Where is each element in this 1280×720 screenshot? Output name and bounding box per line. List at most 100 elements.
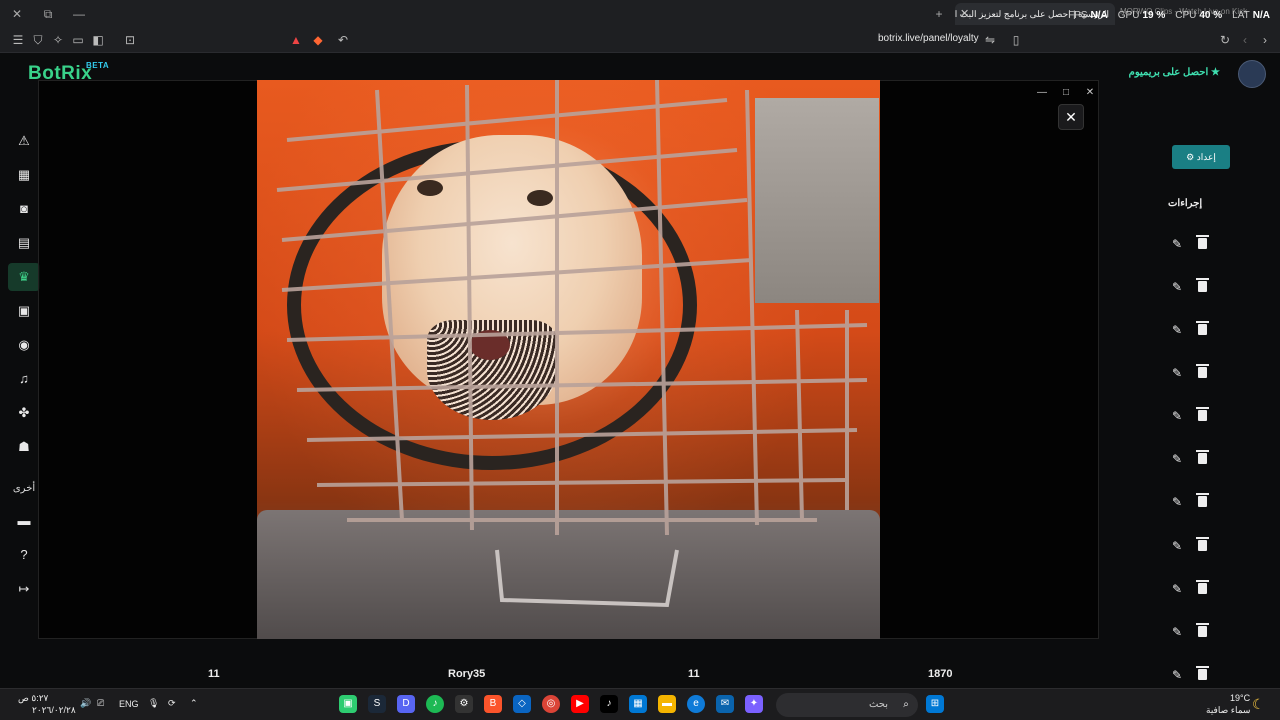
- app-icon[interactable]: ▣: [339, 695, 357, 713]
- spotify-icon[interactable]: ♪: [426, 695, 444, 713]
- delete-icon[interactable]: [1196, 450, 1209, 464]
- stat-cpu: CPU 40 %: [1175, 10, 1223, 21]
- edit-icon[interactable]: ✎: [1172, 280, 1182, 294]
- search-icon[interactable]: ⌕: [897, 696, 915, 714]
- new-tab-icon[interactable]: +: [930, 5, 948, 23]
- delete-icon[interactable]: [1196, 407, 1209, 421]
- tab-close-icon[interactable]: ✕: [960, 3, 969, 25]
- store-app-icon[interactable]: ▦: [629, 695, 647, 713]
- delete-icon[interactable]: [1196, 537, 1209, 551]
- start-button[interactable]: ⊞: [926, 695, 944, 713]
- edit-icon[interactable]: ✎: [1172, 625, 1182, 639]
- edit-icon[interactable]: ✎: [1172, 452, 1182, 466]
- music-icon[interactable]: ♫: [8, 365, 40, 393]
- extensions-icon[interactable]: ✧: [50, 32, 66, 48]
- avatar[interactable]: [1238, 60, 1266, 88]
- edit-icon[interactable]: ✎: [1172, 539, 1182, 553]
- steam-icon[interactable]: S: [368, 695, 386, 713]
- edit-icon[interactable]: ✎: [1172, 237, 1182, 251]
- delete-icon[interactable]: [1196, 364, 1209, 378]
- show-hidden-icons[interactable]: ⌃: [190, 698, 198, 709]
- trophy-icon[interactable]: ♛: [8, 263, 40, 291]
- viewer-minimize-icon[interactable]: —: [1036, 87, 1048, 99]
- row-cell-username: Rory35: [448, 668, 486, 680]
- row-cell-rank: 11: [208, 668, 220, 680]
- back-icon[interactable]: ‹: [1237, 32, 1253, 48]
- bookmark-icon[interactable]: ▯: [1008, 32, 1024, 48]
- delete-icon[interactable]: [1196, 493, 1209, 507]
- menu-icon[interactable]: ☰: [10, 32, 26, 48]
- windows-taskbar: ٥:٢٧ ص ٢٠٢٦/٠٢/٢٨ 🔊 ⎚ ENG 🎙 ⟳ ⌃ ▣ S D ♪ …: [0, 688, 1280, 720]
- edit-icon[interactable]: ✎: [1172, 668, 1182, 682]
- get-premium-link[interactable]: ★ احصل على بريميوم: [1129, 67, 1220, 78]
- sync-icon[interactable]: ⟳: [168, 698, 176, 709]
- copilot-icon[interactable]: ✦: [745, 695, 763, 713]
- edit-icon[interactable]: ✎: [1172, 366, 1182, 380]
- edit-icon[interactable]: ✎: [1172, 582, 1182, 596]
- youtube-icon[interactable]: ▶: [571, 695, 589, 713]
- site-settings-icon[interactable]: ⇋: [982, 32, 998, 48]
- browser-toolbar: ☰ ⛉ ✧ ▭ ◧ ⊡ ▲ ◆ ↶ botrix.live/panel/loya…: [0, 27, 1280, 53]
- viewer-maximize-icon[interactable]: □: [1060, 87, 1072, 99]
- help-icon[interactable]: ?: [8, 541, 40, 569]
- language-indicator[interactable]: ENG: [119, 699, 139, 709]
- delete-icon[interactable]: [1196, 666, 1209, 680]
- sidebar-icon[interactable]: ◧: [90, 32, 106, 48]
- share-icon[interactable]: ↶: [335, 32, 351, 48]
- weather-desc[interactable]: سماء صافية: [1206, 705, 1250, 716]
- alert-icon[interactable]: ⚠: [8, 127, 40, 155]
- wallet-icon[interactable]: ▭: [70, 32, 86, 48]
- table-row-actions: ✎: [1172, 493, 1214, 511]
- table-row-actions: ✎: [1172, 407, 1214, 425]
- table-row-actions: ✎: [1172, 321, 1214, 339]
- logout-icon[interactable]: ↦: [8, 575, 40, 603]
- id-card-icon[interactable]: ▤: [8, 229, 40, 257]
- chat-icon[interactable]: ▣: [8, 297, 40, 325]
- volume-icon[interactable]: 🔊: [80, 698, 91, 709]
- settings-button[interactable]: ⚙ إعداد: [1172, 145, 1230, 169]
- delete-icon[interactable]: [1196, 235, 1209, 249]
- brave-rewards-icon[interactable]: ▲: [288, 32, 304, 48]
- reload-icon[interactable]: ↻: [1217, 32, 1233, 48]
- delete-icon[interactable]: [1196, 278, 1209, 292]
- clock-date[interactable]: ٢٠٢٦/٠٢/٢٨: [32, 705, 76, 716]
- brave-shields-icon[interactable]: ◆: [310, 32, 326, 48]
- gamepad-icon[interactable]: ◉: [8, 331, 40, 359]
- viewer-close-icon[interactable]: ✕: [1084, 87, 1096, 99]
- restore-icon[interactable]: ⧉: [39, 5, 57, 23]
- close-sidebar-icon[interactable]: ✕: [8, 5, 26, 23]
- network-icon[interactable]: ⎚: [97, 698, 104, 709]
- shield-icon[interactable]: ⛉: [30, 32, 46, 48]
- close-viewer-button[interactable]: ✕: [1058, 104, 1084, 130]
- weather-temp[interactable]: 19°C: [1230, 693, 1250, 703]
- brave-browser-icon[interactable]: B: [484, 695, 502, 713]
- address-bar[interactable]: botrix.live/panel/loyalty: [878, 33, 979, 44]
- tiktok-icon[interactable]: ♪: [600, 695, 618, 713]
- delete-icon[interactable]: [1196, 321, 1209, 335]
- delete-icon[interactable]: [1196, 580, 1209, 594]
- bot-icon[interactable]: ◙: [8, 195, 40, 223]
- users-icon[interactable]: ☗: [8, 433, 40, 461]
- vscode-icon[interactable]: ◇: [513, 695, 531, 713]
- performance-overlay: FPS N/A GPU 19 % CPU 40 % LAT N/A: [1068, 10, 1270, 21]
- mail-icon[interactable]: ✉: [716, 695, 734, 713]
- settings-app-icon[interactable]: ⚙: [455, 695, 473, 713]
- row-cell-points: 1870: [928, 668, 953, 680]
- chrome-icon[interactable]: ◎: [542, 695, 560, 713]
- dashboard-icon[interactable]: ▦: [8, 161, 40, 189]
- edit-icon[interactable]: ✎: [1172, 323, 1182, 337]
- puzzle-icon[interactable]: ✤: [8, 399, 40, 427]
- clock-time[interactable]: ٥:٢٧ ص: [18, 693, 48, 704]
- file-explorer-icon[interactable]: ▬: [658, 695, 676, 713]
- screenshot-icon[interactable]: ⊡: [122, 32, 138, 48]
- forward-icon[interactable]: ›: [1257, 32, 1273, 48]
- edit-icon[interactable]: ✎: [1172, 495, 1182, 509]
- minimize-icon[interactable]: —: [70, 5, 88, 23]
- microphone-icon[interactable]: 🎙: [148, 698, 159, 709]
- discord-icon[interactable]: D: [397, 695, 415, 713]
- store-icon[interactable]: ▬: [8, 507, 40, 535]
- edit-icon[interactable]: ✎: [1172, 409, 1182, 423]
- edge-icon[interactable]: e: [687, 695, 705, 713]
- table-row-actions: ✎: [1172, 450, 1214, 468]
- delete-icon[interactable]: [1196, 623, 1209, 637]
